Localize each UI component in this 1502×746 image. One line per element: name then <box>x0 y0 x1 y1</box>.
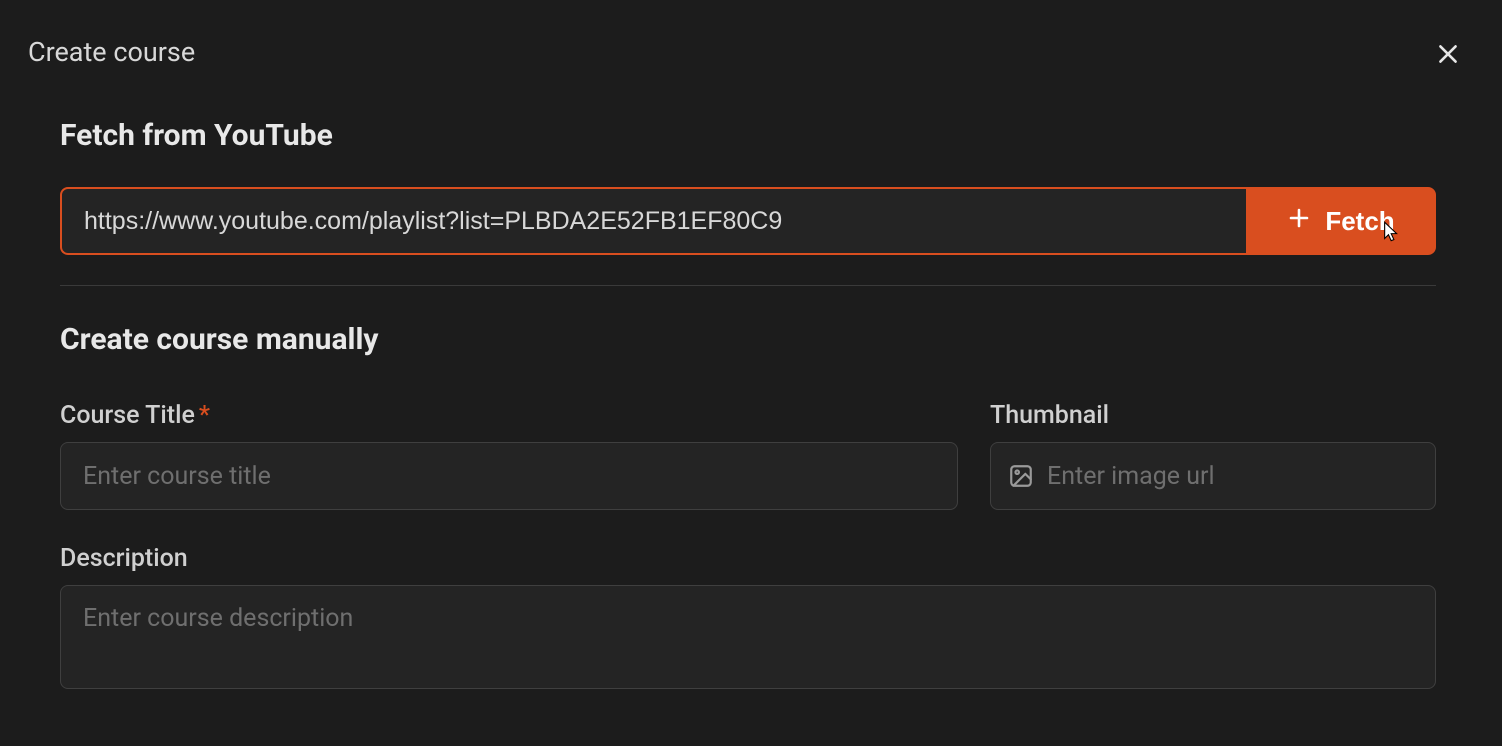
youtube-section-heading: Fetch from YouTube <box>60 118 1436 153</box>
thumbnail-label: Thumbnail <box>990 401 1436 430</box>
create-course-modal: Create course Fetch from YouTube Fetch <box>0 0 1502 746</box>
title-thumbnail-row: Course Title* Thumbnail <box>60 401 1436 510</box>
course-title-input[interactable] <box>60 442 958 510</box>
course-title-field: Course Title* <box>60 401 958 510</box>
close-button[interactable] <box>1430 38 1466 74</box>
description-field: Description <box>60 544 1436 689</box>
close-icon <box>1435 41 1461 71</box>
fetch-button-label: Fetch <box>1325 206 1394 237</box>
thumbnail-field: Thumbnail <box>990 401 1436 510</box>
description-input[interactable] <box>60 585 1436 689</box>
course-title-label: Course Title* <box>60 401 958 430</box>
section-divider <box>60 285 1436 286</box>
youtube-fetch-row: Fetch <box>60 187 1436 255</box>
required-indicator: * <box>199 401 210 430</box>
plus-icon <box>1287 206 1311 237</box>
manual-section-heading: Create course manually <box>60 322 1436 357</box>
thumbnail-url-input[interactable] <box>990 442 1436 510</box>
modal-content: Fetch from YouTube Fetch Create course m… <box>28 118 1474 689</box>
image-icon <box>1008 463 1034 489</box>
modal-title: Create course <box>28 36 1474 68</box>
youtube-url-input[interactable] <box>60 187 1246 255</box>
description-label: Description <box>60 544 1436 573</box>
thumbnail-input-wrap <box>990 442 1436 510</box>
course-title-label-text: Course Title <box>60 401 195 430</box>
fetch-button[interactable]: Fetch <box>1246 187 1436 255</box>
